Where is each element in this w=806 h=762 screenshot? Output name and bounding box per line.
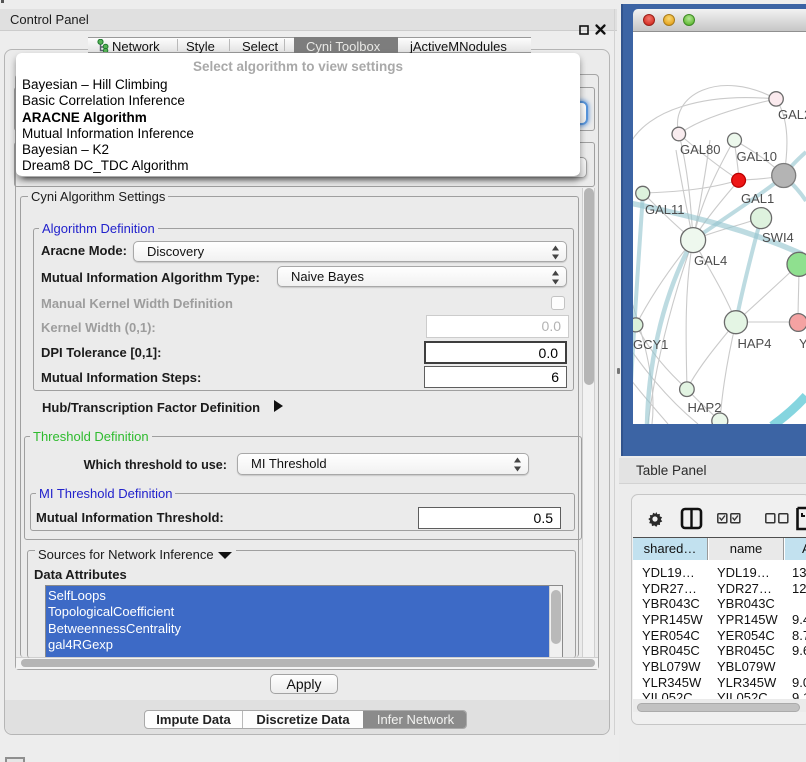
svg-text:GAL4: GAL4 (694, 253, 727, 268)
svg-text:GAL11: GAL11 (645, 202, 685, 217)
svg-text:HAP2: HAP2 (688, 400, 722, 415)
svg-text:GAL80: GAL80 (680, 142, 720, 157)
svg-text:GAL2: GAL2 (778, 107, 806, 122)
svg-text:SWI4: SWI4 (762, 230, 794, 245)
svg-text:HAP4: HAP4 (738, 336, 772, 351)
svg-text:Y: Y (799, 336, 806, 351)
svg-text:GAL10: GAL10 (737, 149, 777, 164)
svg-text:GAL1: GAL1 (741, 191, 774, 206)
svg-text:GCY1: GCY1 (633, 337, 668, 352)
